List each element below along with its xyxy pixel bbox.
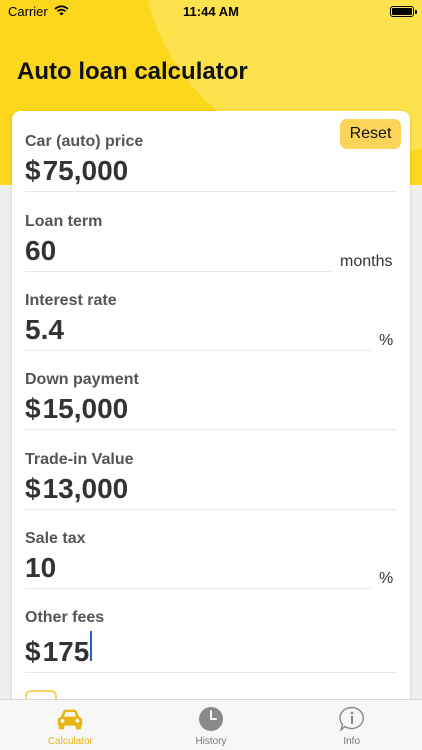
trade-in-value: 13,000 (42, 473, 129, 504)
currency-symbol: $ (25, 473, 41, 504)
car-icon (55, 706, 85, 732)
interest-rate-unit: % (379, 332, 394, 349)
status-left: Carrier (8, 4, 69, 19)
down-payment-input[interactable]: $ 15,000 (25, 393, 397, 430)
trade-in-field: Trade-in Value $ 13,000 (25, 451, 397, 510)
currency-symbol: $ (25, 393, 41, 424)
text-cursor (90, 631, 93, 661)
loan-term-label: Loan term (25, 213, 103, 230)
other-fees-label: Other fees (25, 609, 105, 626)
car-price-field: Car (auto) price $ 75,000 (25, 133, 397, 192)
other-fees-input[interactable]: $ 175 (25, 631, 397, 673)
loan-term-value: 60 (25, 235, 57, 266)
app-screen: Carrier 11:44 AM Auto loan calculator Re… (0, 0, 422, 750)
info-icon (337, 706, 367, 732)
interest-rate-input[interactable]: 5.4 (25, 314, 371, 351)
car-price-value: 75,000 (42, 155, 129, 186)
loan-term-unit: months (340, 253, 393, 270)
trade-in-label: Trade-in Value (25, 451, 134, 468)
tab-info-label: Info (343, 736, 361, 747)
battery-icon (390, 5, 417, 17)
down-payment-field: Down payment $ 15,000 (25, 371, 397, 430)
tab-bar: Calculator History Info (0, 699, 422, 750)
currency-symbol: $ (25, 636, 41, 667)
tab-info[interactable]: Info (281, 700, 422, 750)
car-price-label: Car (auto) price (25, 133, 144, 150)
other-fees-value: 175 (42, 636, 90, 667)
loan-term-field: Loan term 60 (25, 213, 331, 272)
wifi-icon (54, 4, 69, 19)
status-bar: Carrier 11:44 AM (0, 0, 422, 22)
sale-tax-label: Sale tax (25, 530, 86, 547)
carrier-label: Carrier (8, 3, 48, 19)
clock-icon (196, 706, 226, 732)
sale-tax-value: 10 (25, 552, 57, 583)
interest-rate-label: Interest rate (25, 292, 117, 309)
tab-calculator[interactable]: Calculator (0, 700, 141, 750)
sale-tax-input[interactable]: 10 (25, 552, 371, 589)
currency-symbol: $ (25, 155, 41, 186)
sale-tax-unit: % (379, 570, 394, 587)
sale-tax-field: Sale tax 10 (25, 530, 371, 589)
tab-history-label: History (195, 736, 227, 747)
page-title: Auto loan calculator (17, 58, 248, 85)
interest-rate-value: 5.4 (25, 314, 64, 345)
calculator-form: Reset Car (auto) price $ 75,000 Loan ter… (12, 111, 410, 711)
car-price-input[interactable]: $ 75,000 (25, 155, 397, 192)
trade-in-input[interactable]: $ 13,000 (25, 473, 397, 510)
down-payment-value: 15,000 (42, 393, 129, 424)
loan-term-input[interactable]: 60 (25, 235, 331, 272)
tab-calculator-label: Calculator (47, 736, 93, 747)
interest-rate-field: Interest rate 5.4 (25, 292, 371, 351)
down-payment-label: Down payment (25, 371, 139, 388)
tab-history[interactable]: History (141, 700, 282, 750)
other-fees-field: Other fees $ 175 (25, 609, 397, 673)
